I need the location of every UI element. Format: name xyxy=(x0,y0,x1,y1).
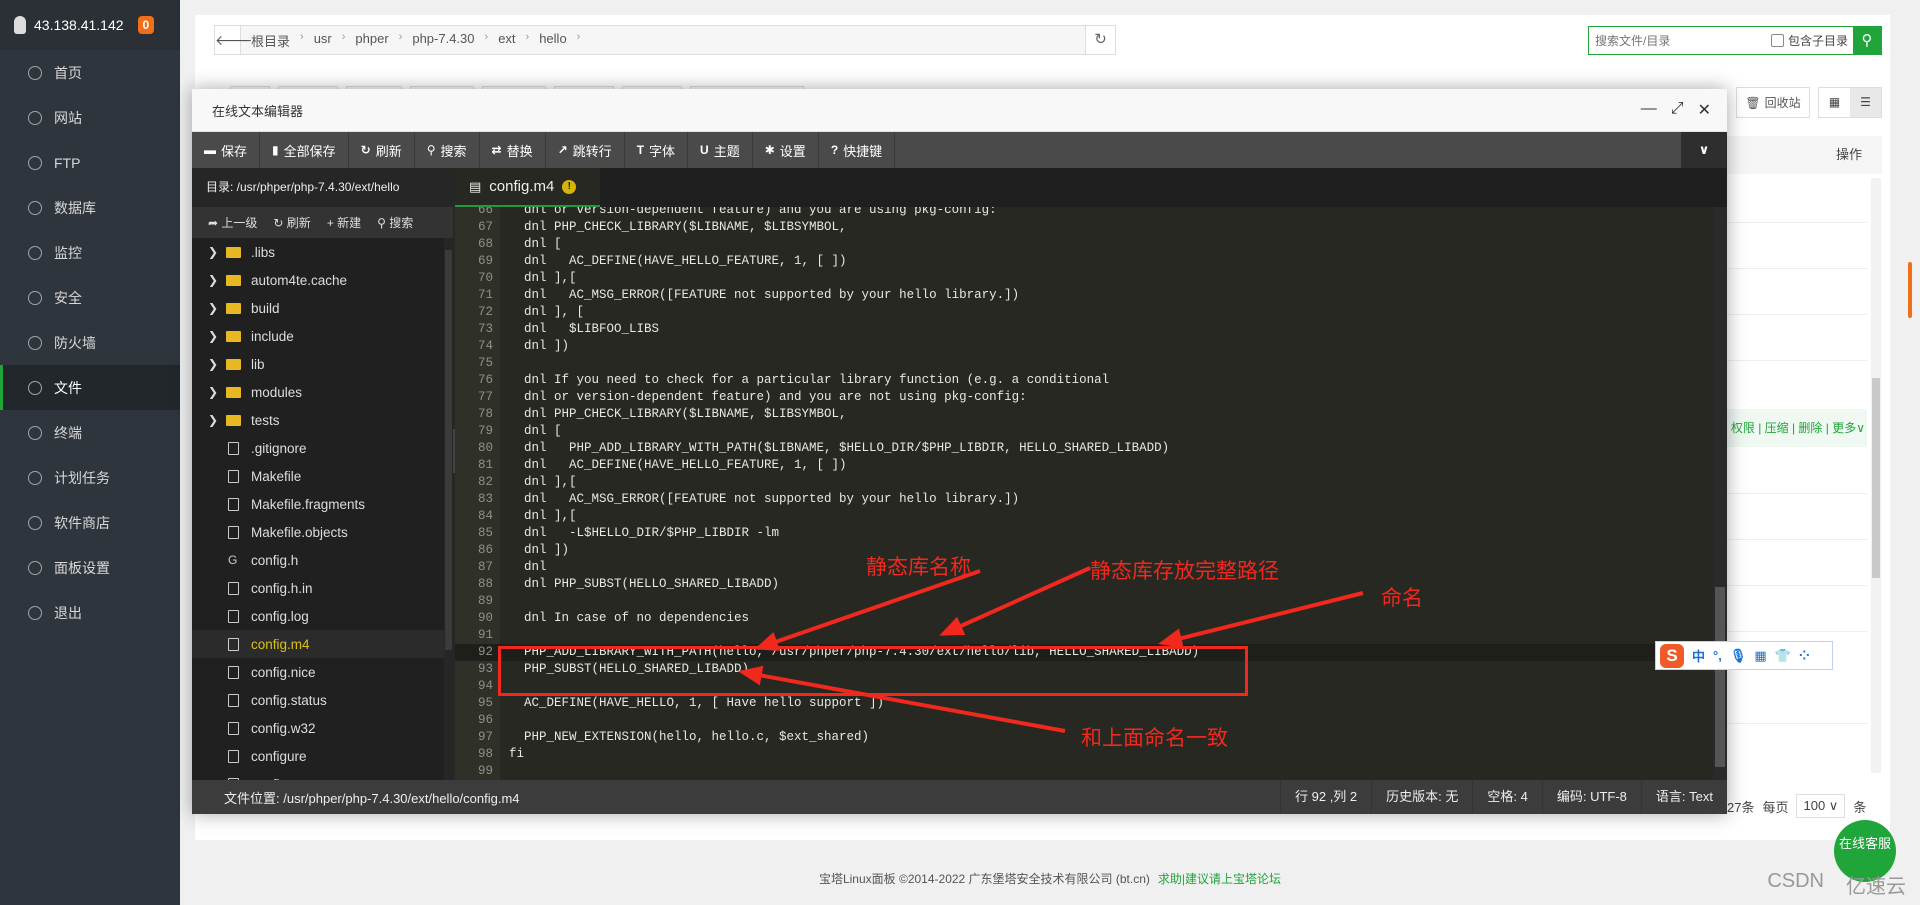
ime-language[interactable]: 中 xyxy=(1692,646,1705,665)
ime-toolbar[interactable]: S 中 °, 🎙 ▦ 👕 ⁘ xyxy=(1655,641,1833,670)
annotation-lib-path: 静态库存放完整路径 xyxy=(1090,560,1279,583)
annotation-consistent: 和上面命名一致 xyxy=(1081,727,1228,750)
toolbox-icon[interactable]: ⁘ xyxy=(1799,648,1810,664)
annotation-lib-name: 静态库名称 xyxy=(866,556,971,579)
arrow-lib-name xyxy=(754,569,981,651)
annotation-arrows xyxy=(738,566,1364,733)
keyboard-icon[interactable]: ▦ xyxy=(1754,648,1766,664)
microphone-icon[interactable]: 🎙 xyxy=(1730,648,1747,664)
punctuation-icon[interactable]: °, xyxy=(1713,648,1722,663)
annotation-naming: 命名 xyxy=(1381,587,1423,610)
arrow-naming xyxy=(1158,591,1364,648)
arrow-consistent xyxy=(738,665,1066,733)
skin-icon[interactable]: 👕 xyxy=(1775,648,1791,664)
sogou-logo-icon: S xyxy=(1660,643,1684,668)
